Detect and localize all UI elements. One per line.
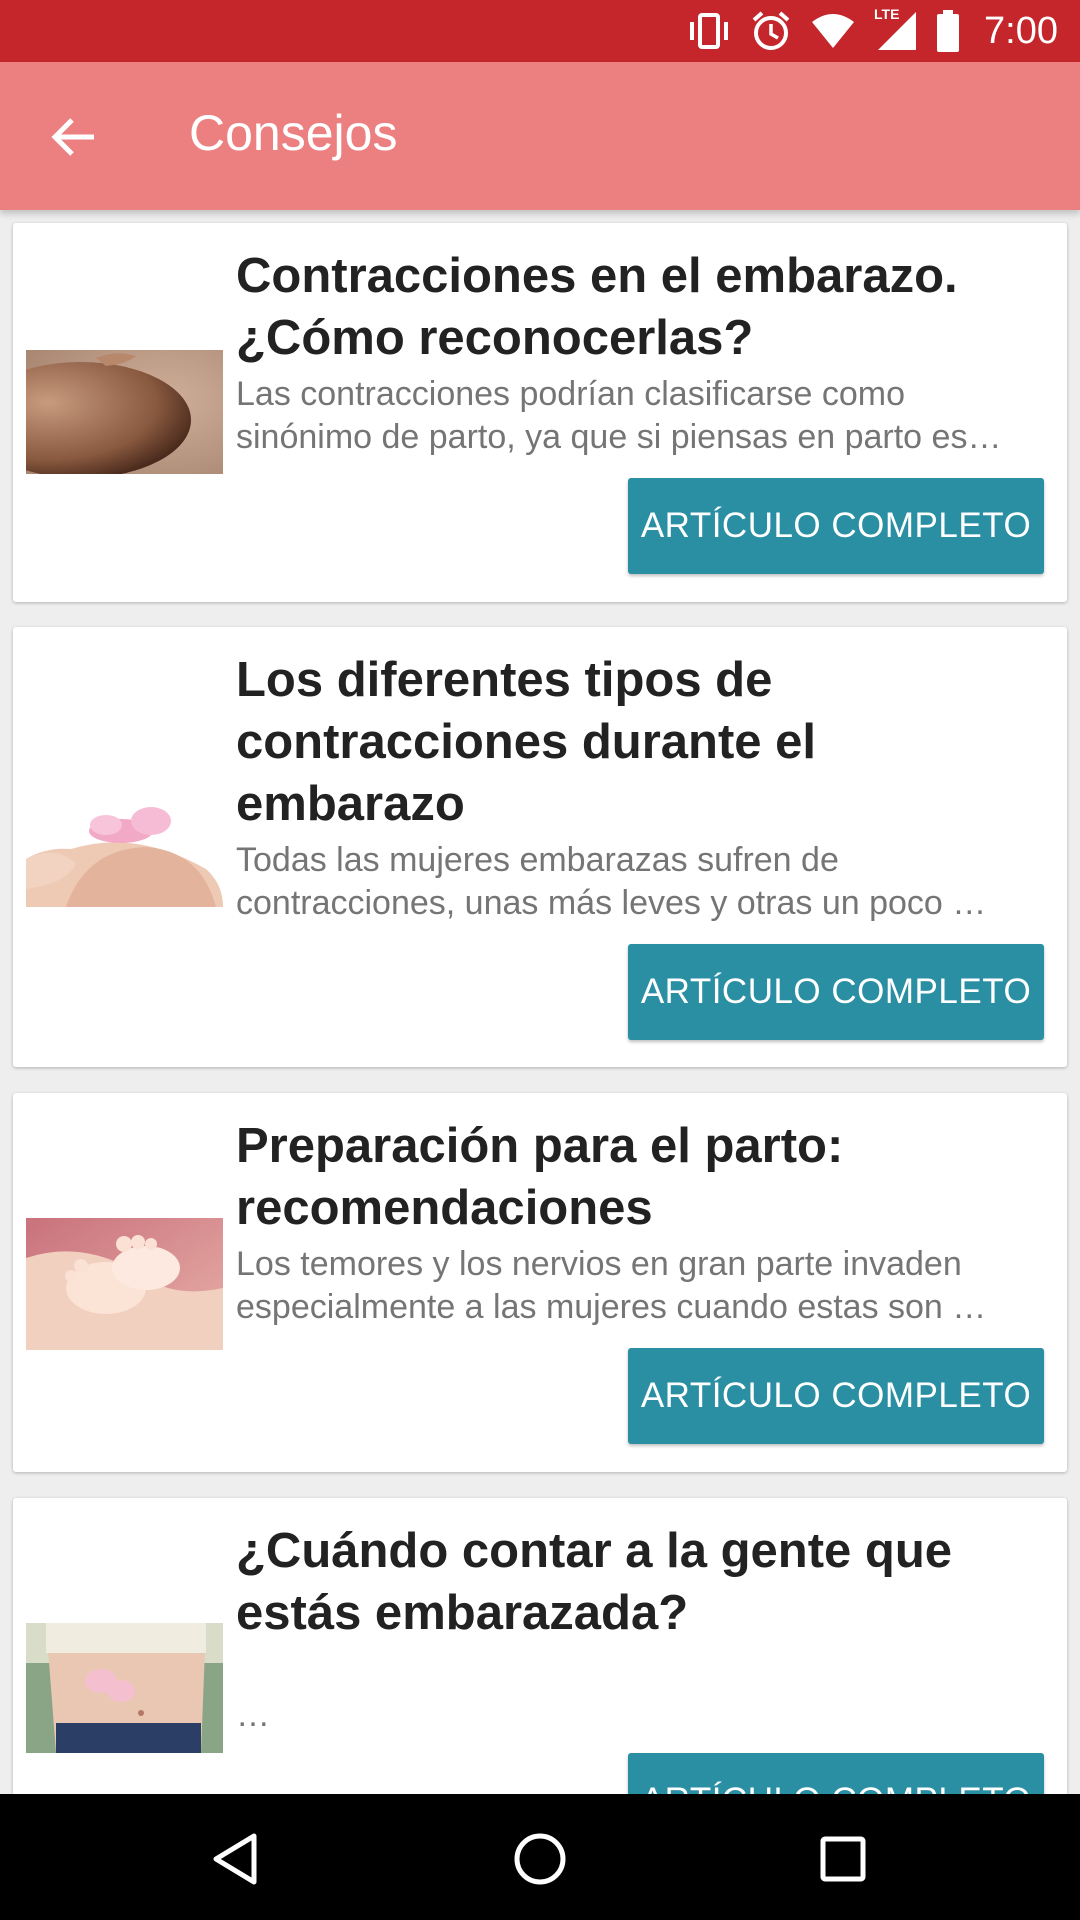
article-title: ¿Cuándo contar a la gente que estás emba… — [236, 1524, 953, 1640]
home-circle-icon — [514, 1833, 566, 1885]
baby-feet-in-hands-photo — [26, 1218, 223, 1350]
wifi-icon — [810, 12, 856, 50]
read-full-article-button[interactable]: ARTÍCULO COMPLETO — [628, 1753, 1044, 1794]
clock: 7:00 — [984, 9, 1058, 52]
vibrate-icon — [686, 11, 732, 51]
article-title: Los diferentes tipos de contracciones du… — [236, 653, 817, 831]
battery-icon — [936, 10, 960, 52]
status-bar: LTE 7:00 — [0, 0, 1080, 62]
article-card: Los diferentes tipos de contracciones du… — [13, 627, 1067, 1067]
navigation-bar — [0, 1794, 1080, 1920]
article-excerpt: … — [236, 1696, 270, 1734]
pregnant-belly-photo — [0, 350, 223, 478]
recents-square-icon — [820, 1836, 866, 1882]
article-card: Contracciones en el embarazo. ¿Cómo reco… — [0, 223, 1067, 602]
article-title: Contracciones en el embarazo. ¿Cómo reco… — [236, 249, 958, 365]
article-excerpt: Todas las mujeres embarazas sufren de co… — [236, 841, 987, 922]
alarm-icon — [750, 10, 792, 52]
read-full-article-button[interactable]: ARTÍCULO COMPLETO — [628, 944, 1044, 1040]
page-title: Consejos — [189, 105, 398, 161]
back-button[interactable] — [36, 100, 110, 174]
article-title: Preparación para el parto: recomendacion… — [236, 1119, 844, 1235]
arrow-back-icon — [51, 118, 94, 156]
article-excerpt: Las contracciones podrían clasificarse c… — [236, 375, 1002, 456]
nav-back-button[interactable] — [200, 1824, 270, 1894]
app-bar: Consejos — [0, 62, 1080, 210]
article-card: Preparación para el parto: recomendacion… — [13, 1093, 1067, 1472]
belly-with-pink-shoes-photo — [26, 1623, 223, 1753]
article-list[interactable]: Contracciones en el embarazo. ¿Cómo reco… — [0, 210, 1080, 1794]
status-icons: LTE 7:00 — [686, 0, 1058, 62]
nav-recents-button[interactable] — [808, 1824, 878, 1894]
lte-signal-icon: LTE — [874, 6, 918, 52]
nav-home-button[interactable] — [505, 1824, 575, 1894]
read-full-article-button[interactable]: ARTÍCULO COMPLETO — [628, 1348, 1044, 1444]
article-excerpt: Los temores y los nervios en gran parte … — [236, 1245, 987, 1326]
back-triangle-icon — [213, 1833, 257, 1885]
article-card: ¿Cuándo contar a la gente que estás emba… — [13, 1498, 1067, 1794]
belly-with-baby-shoes-photo — [26, 789, 223, 907]
read-full-article-button[interactable]: ARTÍCULO COMPLETO — [628, 478, 1044, 574]
